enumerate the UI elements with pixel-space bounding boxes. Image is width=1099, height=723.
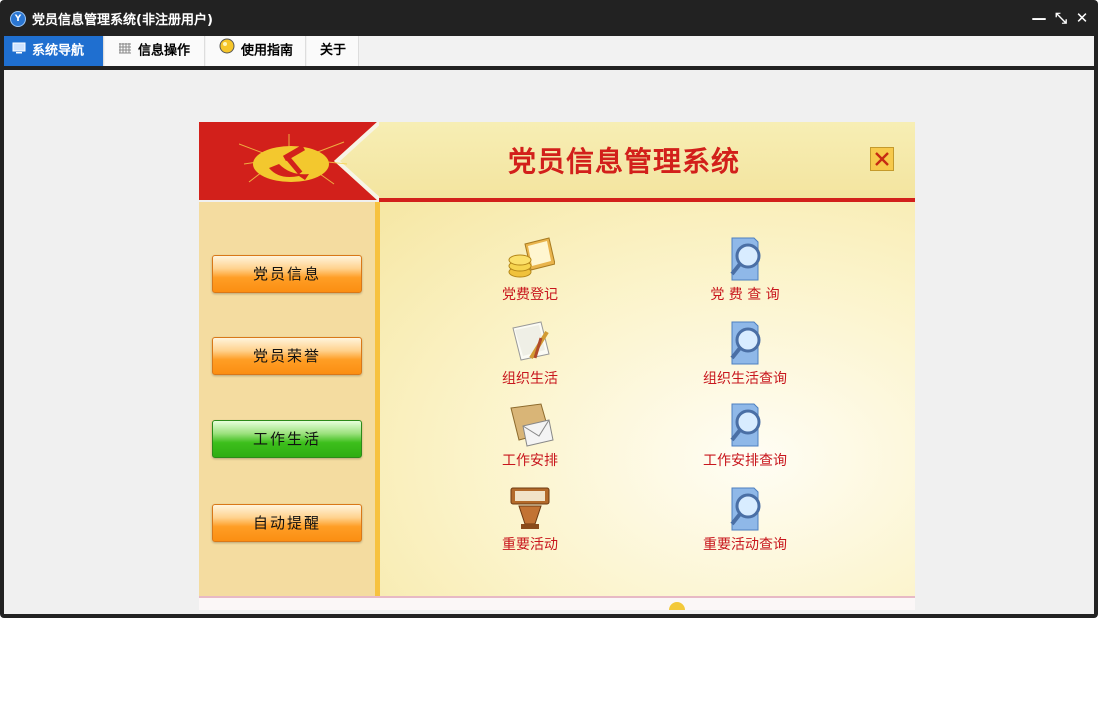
work-life-button[interactable]: 工作生活 <box>212 420 362 458</box>
function-label: 组织生活查询 <box>703 371 787 387</box>
menu-bar: 系统导航 信息操作 使用指南 关于 <box>4 36 1094 66</box>
search-document-icon <box>730 237 761 281</box>
paper-pencil-icon <box>512 321 550 361</box>
restore-icon[interactable]: ⤡ <box>1052 9 1070 27</box>
tab-label: 系统导航 <box>32 43 85 59</box>
bulb-icon <box>219 36 235 66</box>
tab-info-operation[interactable]: 信息操作 <box>105 36 205 66</box>
window-title: 党员信息管理系统(非注册用户) <box>32 13 213 28</box>
title-bar[interactable]: Y 党员信息管理系统(非注册用户) — ⤡ ✕ <box>0 0 1098 36</box>
tab-label: 使用指南 <box>241 43 294 59</box>
panel-footer <box>199 596 915 610</box>
search-document-icon <box>730 321 761 365</box>
major-event-item[interactable]: 重要活动 <box>450 484 610 554</box>
monitor-icon <box>12 36 26 66</box>
panel-title: 党员信息管理系统 <box>507 145 740 178</box>
podium-icon <box>510 487 550 529</box>
auto-reminder-button[interactable]: 自动提醒 <box>212 504 362 542</box>
major-event-query-item[interactable]: 重要活动查询 <box>665 484 825 554</box>
dues-query-item[interactable]: 党 费 查 询 <box>665 234 825 304</box>
function-label: 党 费 查 询 <box>710 287 780 303</box>
dues-registration-item[interactable]: 党费登记 <box>450 234 610 304</box>
function-label: 重要活动 <box>502 537 558 553</box>
function-label: 工作安排查询 <box>703 453 787 469</box>
tab-system-navigation[interactable]: 系统导航 <box>4 36 104 66</box>
work-arrangement-item[interactable]: 工作安排 <box>450 400 610 470</box>
party-emblem-icon <box>238 134 349 194</box>
close-x-icon <box>875 152 889 166</box>
tab-about[interactable]: 关于 <box>307 36 359 66</box>
navigation-panel: 党员信息管理系统 党员信息 党员荣誉 工作生活 自动提醒 党费登记 党 费 查 … <box>199 122 915 610</box>
org-life-query-item[interactable]: 组织生活查询 <box>665 318 825 388</box>
envelope-icon <box>510 403 554 447</box>
function-label: 重要活动查询 <box>703 537 787 553</box>
grid-icon <box>119 36 132 66</box>
function-label: 党费登记 <box>502 287 558 303</box>
app-logo-icon: Y <box>10 11 26 27</box>
tab-label: 信息操作 <box>138 43 191 59</box>
org-life-item[interactable]: 组织生活 <box>450 318 610 388</box>
close-icon[interactable]: ✕ <box>1073 9 1091 27</box>
search-document-icon <box>730 487 761 531</box>
function-label: 组织生活 <box>502 371 558 387</box>
work-arrangement-query-item[interactable]: 工作安排查询 <box>665 400 825 470</box>
function-label: 工作安排 <box>502 453 558 469</box>
tab-user-guide[interactable]: 使用指南 <box>206 36 306 66</box>
coins-laptop-icon <box>508 237 555 278</box>
member-info-button[interactable]: 党员信息 <box>212 255 362 293</box>
member-honor-button[interactable]: 党员荣誉 <box>212 337 362 375</box>
minimize-icon[interactable]: — <box>1030 9 1048 27</box>
panel-close-button[interactable] <box>870 147 894 171</box>
tab-label: 关于 <box>320 43 347 58</box>
search-document-icon <box>730 403 761 447</box>
